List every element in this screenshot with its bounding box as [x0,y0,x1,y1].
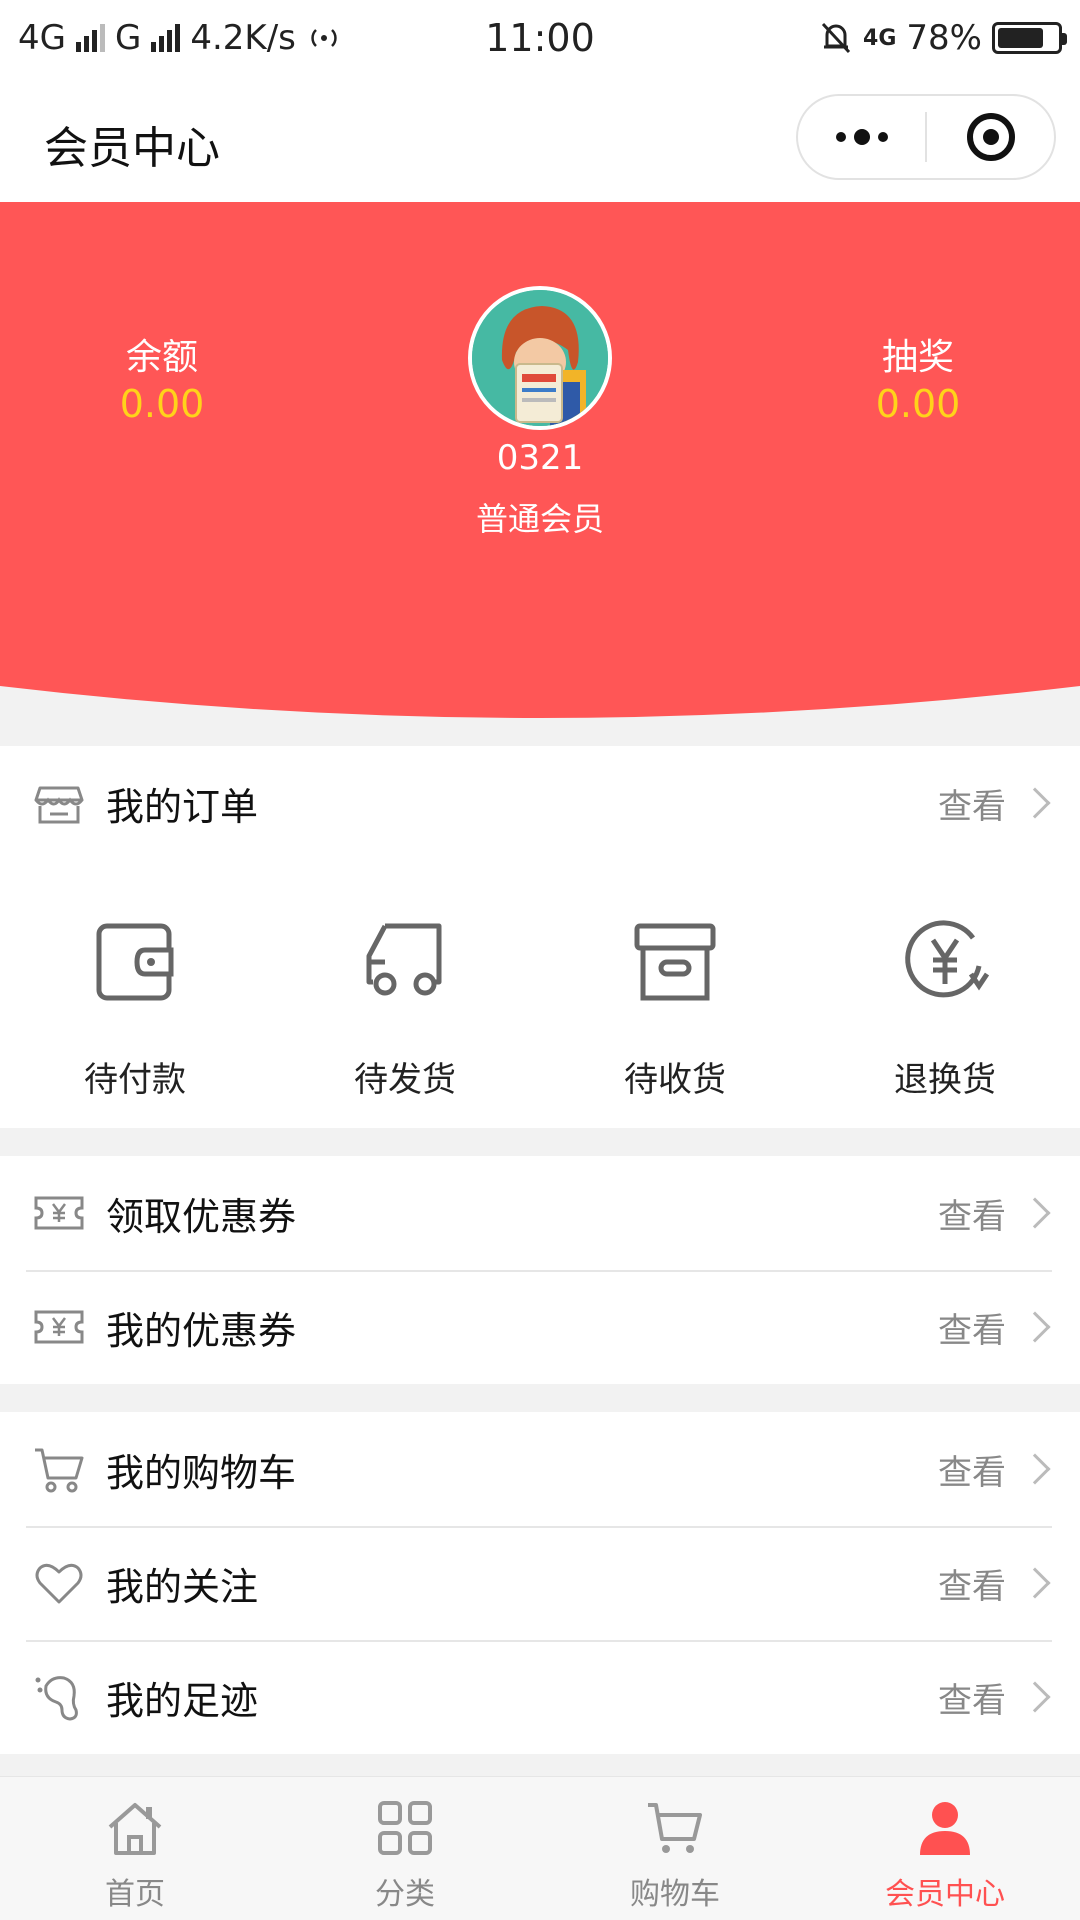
lottery-value: 0.00 [875,382,961,426]
more-dots-icon [835,129,888,145]
order-pending-receipt[interactable]: 待收货 [540,916,810,1101]
box-icon [634,923,716,1001]
coupon-icon [34,1310,84,1344]
wallet-icon [96,923,174,1001]
chevron-right-icon [1019,1453,1051,1485]
tab-category[interactable]: 分类 [270,1777,540,1920]
get-coupons-title: 领取优惠券 [106,1194,297,1239]
page-title: 会员中心 [44,123,220,174]
get-coupons-view-link[interactable]: 查看 [938,1189,1006,1238]
member-level: 普通会员 [475,500,604,538]
orders-view-link[interactable]: 查看 [938,779,1006,828]
my-cart-view-link[interactable]: 查看 [938,1445,1006,1494]
battery-icon [992,22,1067,54]
order-pending-shipment-label: 待发货 [354,1060,456,1100]
tab-member-center[interactable]: 会员中心 [810,1777,1080,1920]
status-time: 11:00 [485,16,595,60]
tab-cart-label: 购物车 [630,1877,720,1912]
chevron-right-icon [1019,1197,1051,1229]
mute-bell-icon [821,22,851,54]
my-footprints-view-link[interactable]: 查看 [938,1673,1006,1722]
footprint-icon [35,1676,78,1721]
tab-category-label: 分类 [375,1877,435,1912]
tab-cart[interactable]: 购物车 [540,1777,810,1920]
balance-value: 0.00 [119,382,205,426]
mini-program-capsule [796,94,1056,180]
my-follows-row[interactable]: 我的关注 查看 [0,1526,1080,1640]
network-speed: 4.2K/s [190,18,296,58]
order-pending-payment-label: 待付款 [84,1060,186,1100]
my-cart-title: 我的购物车 [106,1450,297,1495]
chevron-right-icon [1019,1311,1051,1343]
close-button[interactable] [927,96,1054,178]
coupons-section: 领取优惠券 查看 我的优惠券 查看 [0,1156,1080,1384]
order-return-exchange[interactable]: 退换货 [810,916,1080,1101]
my-follows-title: 我的关注 [106,1564,259,1609]
home-icon [108,1803,162,1855]
hotspot-icon [311,29,337,47]
my-follows-view-link[interactable]: 查看 [938,1559,1006,1608]
tab-member-center-label: 会员中心 [885,1877,1005,1912]
battery-percent: 78% [906,18,982,58]
orders-title: 我的订单 [106,784,259,829]
truck-icon [366,923,442,996]
status-right: 4G 78% [819,18,1067,58]
status-left: 4G G 4.2K/s [18,18,342,58]
order-pending-shipment[interactable]: 待发货 [270,916,540,1101]
grid-icon [378,1801,432,1855]
balance-label: 余额 [125,337,198,378]
close-target-icon [966,113,1015,161]
yen-refund-icon [905,920,990,998]
more-button[interactable] [798,96,925,178]
user-id: 0321 [496,438,584,478]
order-return-exchange-label: 退换货 [894,1060,996,1100]
cart-icon [648,1803,702,1853]
my-footprints-title: 我的足迹 [106,1678,259,1723]
bottom-tab-bar: 首页 分类 购物车 会员中心 [0,1776,1080,1920]
lottery-stat[interactable]: 抽奖 0.00 [818,328,1018,426]
my-coupons-view-link[interactable]: 查看 [938,1303,1006,1352]
store-icon [34,786,84,824]
cart-icon [35,1448,84,1493]
avatar-illustration-icon [472,290,608,426]
network-type-1: 4G [18,18,66,58]
order-pending-receipt-label: 待收货 [624,1060,726,1100]
coupon-icon [34,1196,84,1230]
heart-icon [35,1563,83,1604]
nav-bar: 会员中心 [0,76,1080,202]
orders-section: 我的订单 查看 待付款 待发货 待收货 退换货 [0,746,1080,1128]
tab-home-label: 首页 [105,1877,165,1912]
chevron-right-icon [1019,787,1051,819]
tab-home[interactable]: 首页 [0,1777,270,1920]
misc-section: 我的购物车 查看 我的关注 查看 我的足迹 查看 [0,1412,1080,1754]
network-type-right: 4G [863,25,897,51]
my-coupons-title: 我的优惠券 [106,1308,297,1353]
chevron-right-icon [1019,1681,1051,1713]
network-type-2: G [114,18,142,58]
orders-row[interactable]: 我的订单 查看 [0,746,1080,860]
lottery-label: 抽奖 [881,337,954,378]
my-cart-row[interactable]: 我的购物车 查看 [0,1412,1080,1526]
order-pending-payment[interactable]: 待付款 [0,916,270,1101]
get-coupons-row[interactable]: 领取优惠券 查看 [0,1156,1080,1270]
signal-icon-2 [151,24,181,52]
user-icon [920,1802,970,1855]
my-footprints-row[interactable]: 我的足迹 查看 [0,1640,1080,1754]
status-bar: 4G G 4.2K/s 11:00 4G 78% [0,0,1080,76]
balance-stat[interactable]: 余额 0.00 [62,328,262,426]
avatar[interactable] [468,286,612,430]
chevron-right-icon [1019,1567,1051,1599]
my-coupons-row[interactable]: 我的优惠券 查看 [0,1270,1080,1384]
signal-icon [75,24,105,52]
